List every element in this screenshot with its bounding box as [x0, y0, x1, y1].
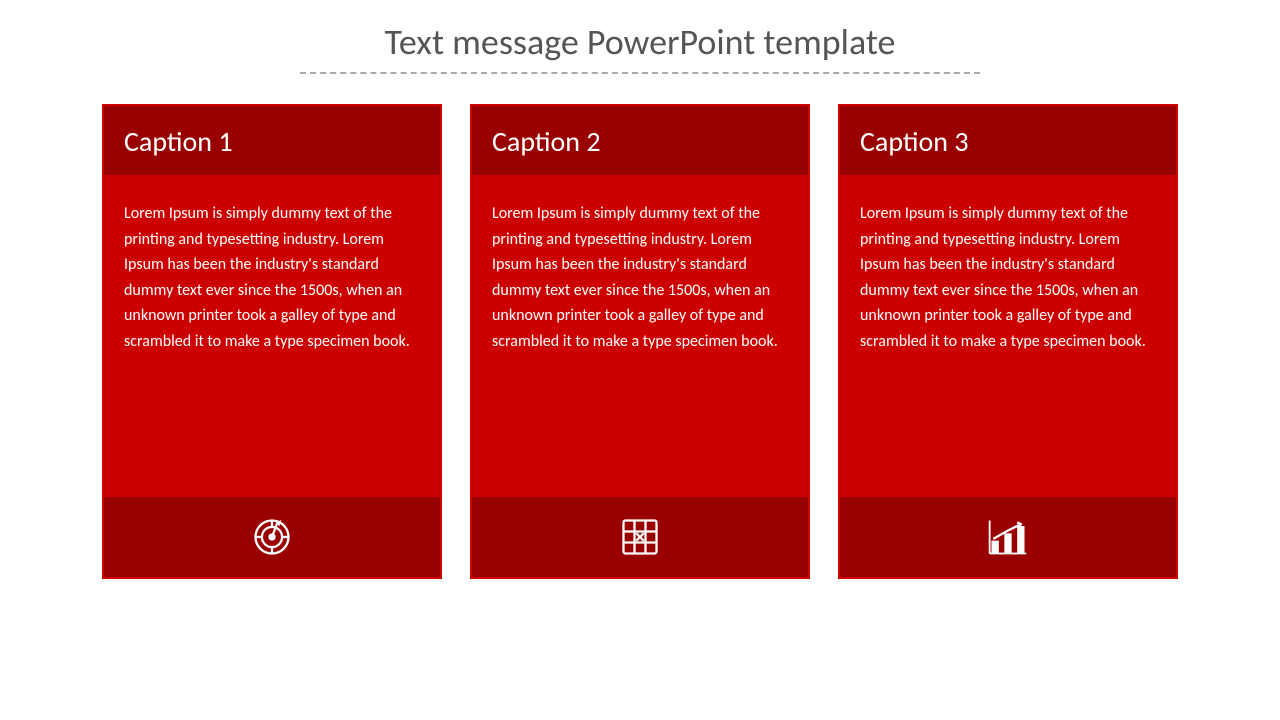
- card-2-text: Lorem Ipsum is simply dummy text of the …: [492, 204, 778, 351]
- card-3-header: Caption 3: [840, 106, 1176, 177]
- card-2-body: Lorem Ipsum is simply dummy text of the …: [472, 177, 808, 497]
- card-2-footer: [472, 497, 808, 577]
- page-container: Text message PowerPoint template Caption…: [0, 0, 1280, 720]
- card-2-caption: Caption 2: [492, 124, 601, 159]
- card-1-header: Caption 1: [104, 106, 440, 177]
- chart-icon: [986, 515, 1030, 559]
- card-1: Caption 1 Lorem Ipsum is simply dummy te…: [102, 104, 442, 579]
- card-3-caption: Caption 3: [860, 124, 969, 159]
- card-3: Caption 3 Lorem Ipsum is simply dummy te…: [838, 104, 1178, 579]
- page-title: Text message PowerPoint template: [385, 20, 896, 64]
- card-2-header: Caption 2: [472, 106, 808, 177]
- card-1-footer: [104, 497, 440, 577]
- card-3-text: Lorem Ipsum is simply dummy text of the …: [860, 204, 1146, 351]
- card-3-footer: [840, 497, 1176, 577]
- card-3-body: Lorem Ipsum is simply dummy text of the …: [840, 177, 1176, 497]
- card-1-text: Lorem Ipsum is simply dummy text of the …: [124, 204, 410, 351]
- cards-container: Caption 1 Lorem Ipsum is simply dummy te…: [40, 104, 1240, 579]
- target-icon: [250, 515, 294, 559]
- grid-icon: [618, 515, 662, 559]
- card-1-caption: Caption 1: [124, 124, 233, 159]
- card-1-body: Lorem Ipsum is simply dummy text of the …: [104, 177, 440, 497]
- title-divider: [300, 72, 980, 74]
- card-2: Caption 2 Lorem Ipsum is simply dummy te…: [470, 104, 810, 579]
